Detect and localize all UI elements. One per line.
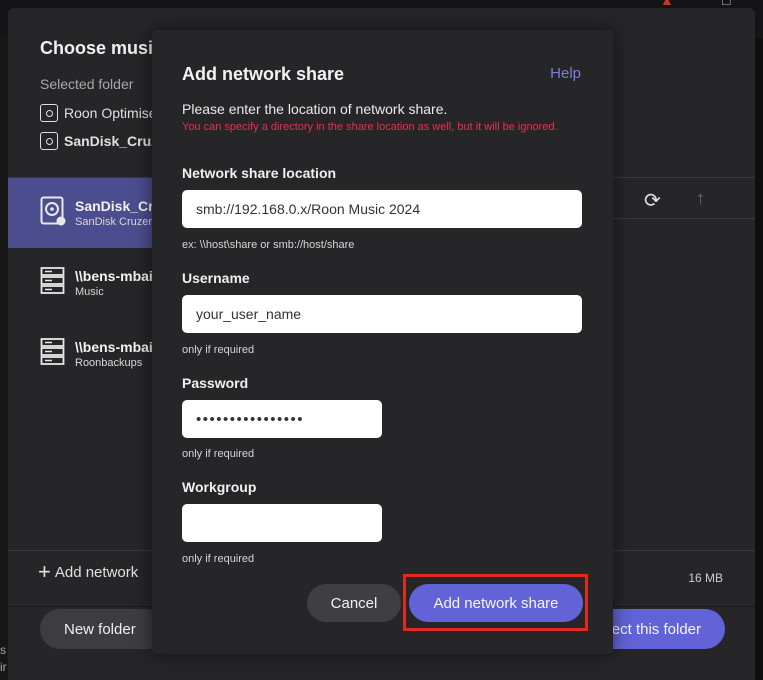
size-label: 16 MB (688, 571, 723, 585)
location-label: Network share location (182, 165, 337, 181)
password-hint: only if required (182, 448, 255, 460)
modal-description: Please enter the location of network sha… (182, 101, 448, 117)
list-item[interactable]: SanDisk_Cruzer SanDisk Cruzer (8, 178, 182, 248)
add-network-share-modal: Add network share Help Please enter the … (152, 30, 613, 654)
refresh-icon[interactable]: ⟳ (644, 188, 661, 213)
add-network-button[interactable]: + Add network (38, 559, 139, 584)
help-link[interactable]: Help (550, 65, 581, 82)
modal-title: Add network share (182, 64, 345, 84)
list-divider (608, 218, 755, 219)
list-item-name: \\bens-mbair (75, 339, 159, 355)
plus-icon: + (38, 559, 51, 584)
list-item[interactable]: \\bens-mbair Roonbackups (8, 319, 168, 389)
username-hint: only if required (182, 344, 255, 356)
left-edge-text: s (0, 643, 6, 657)
left-edge-text: ir (0, 660, 7, 674)
list-item-sub: Roonbackups (75, 357, 143, 369)
share-location-input[interactable] (182, 190, 582, 228)
server-icon (40, 338, 65, 365)
password-label: Password (182, 375, 249, 391)
core-device-icon (40, 104, 58, 122)
list-item-name: \\bens-mbair (75, 268, 159, 284)
workgroup-input[interactable] (182, 504, 382, 542)
add-network-share-button[interactable]: Add network share (409, 584, 583, 622)
cancel-button[interactable]: Cancel (307, 584, 401, 622)
add-network-label: Add network (54, 563, 139, 581)
app-left-edge (0, 38, 8, 680)
location-hint: ex: \\host\share or smb://host/share (182, 239, 355, 251)
server-icon (40, 267, 65, 294)
drive-icon (40, 196, 66, 226)
workgroup-label: Workgroup (182, 479, 257, 495)
drive-icon (40, 132, 58, 150)
list-item[interactable]: \\bens-mbair Music (8, 248, 168, 318)
modal-warning: You can specify a directory in the share… (182, 121, 558, 133)
password-input[interactable] (182, 400, 382, 438)
arrow-up-icon[interactable]: ↑ (696, 188, 705, 209)
list-item-sub: SanDisk Cruzer (75, 216, 153, 228)
list-item-sub: Music (75, 286, 104, 298)
username-label: Username (182, 270, 250, 286)
new-folder-button[interactable]: New folder (40, 609, 168, 649)
workgroup-hint: only if required (182, 553, 255, 565)
username-input[interactable] (182, 295, 582, 333)
selected-folder-label: Selected folder (40, 76, 134, 92)
